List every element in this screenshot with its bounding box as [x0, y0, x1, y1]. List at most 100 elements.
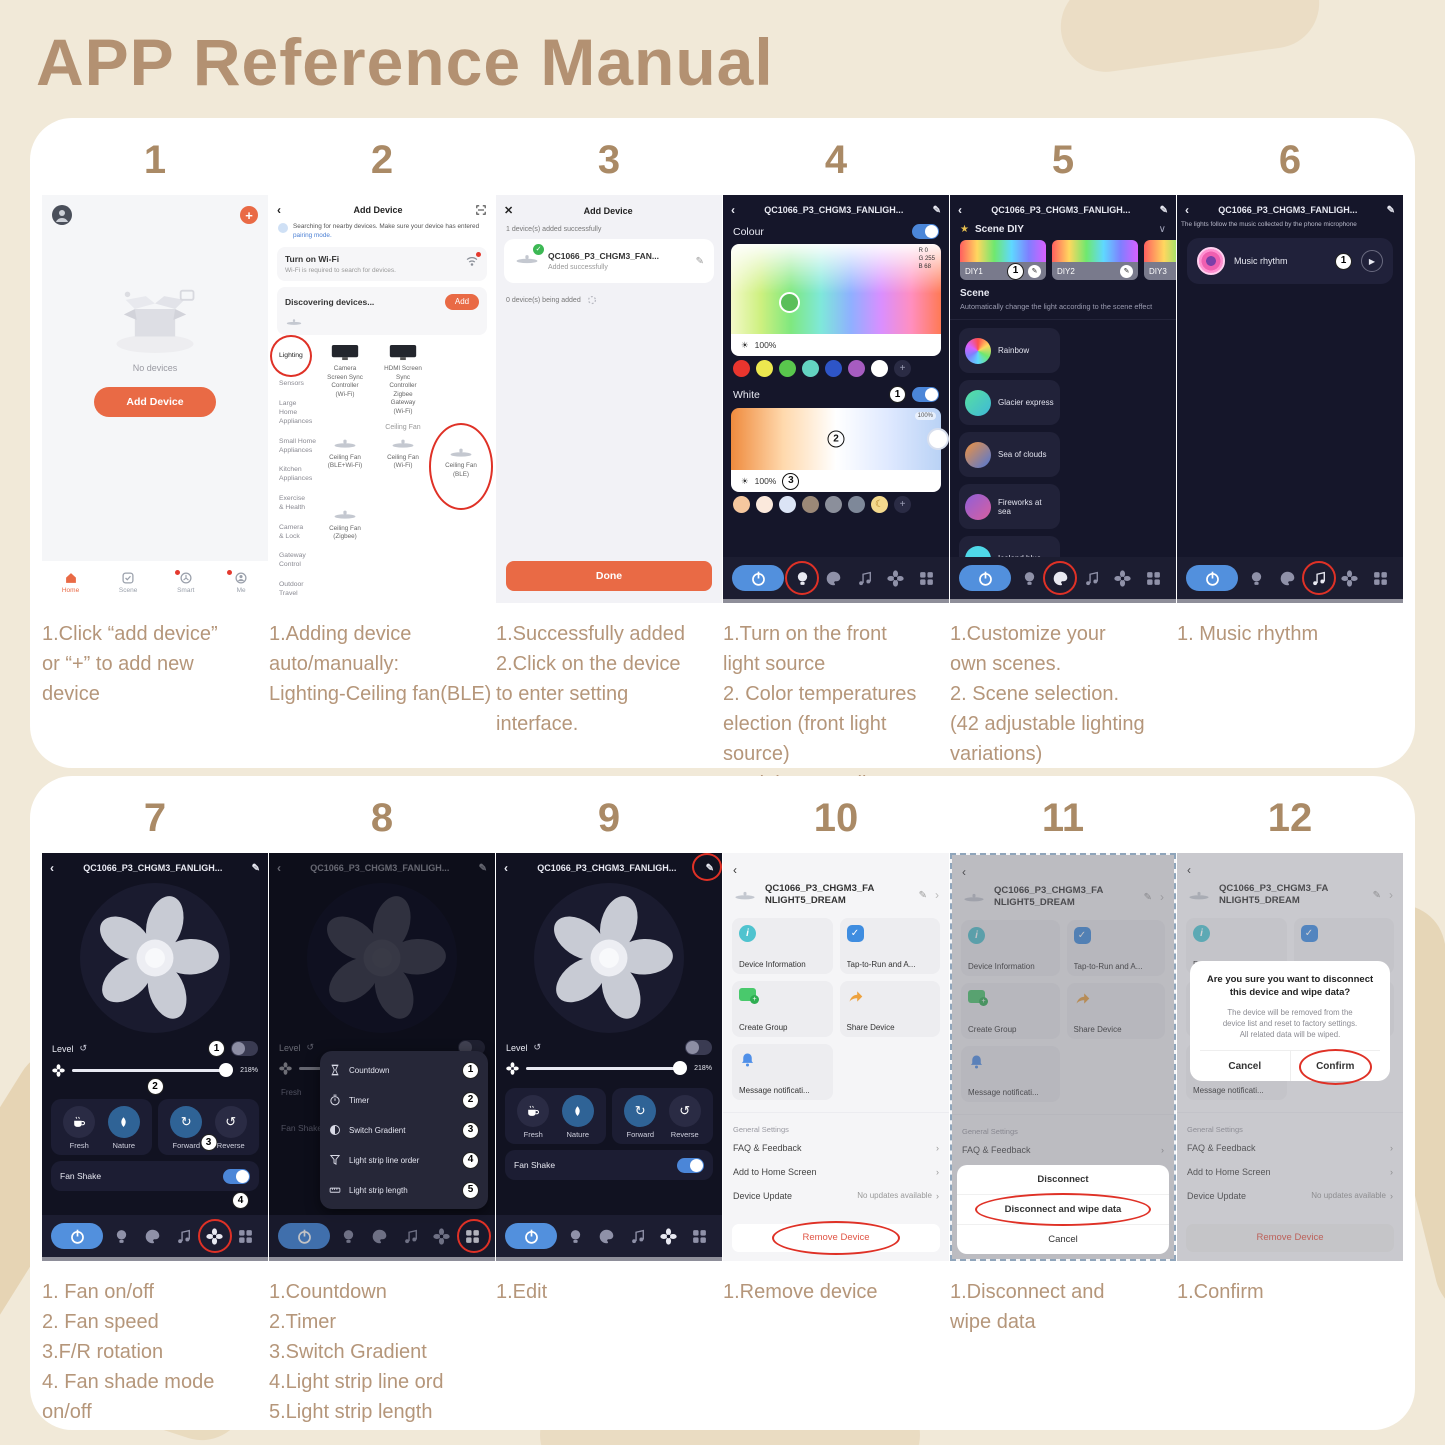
swatch[interactable] — [779, 496, 796, 513]
colour-selector[interactable] — [779, 292, 800, 313]
category-item[interactable]: Small Home Appliances — [279, 438, 317, 456]
tile-message-notification[interactable]: Message notificati... — [732, 1044, 833, 1100]
moon-swatch[interactable]: ☾ — [871, 496, 888, 513]
light-tab[interactable] — [562, 1223, 588, 1249]
forward-button[interactable]: ↻Forward — [170, 1106, 202, 1150]
menu-item-switch-gradient[interactable]: Switch Gradient3 — [320, 1115, 488, 1145]
scene-tab[interactable] — [593, 1223, 619, 1249]
scan-icon[interactable] — [475, 204, 487, 216]
fan-tab[interactable] — [202, 1223, 228, 1249]
category-item[interactable]: Camera & Lock — [279, 524, 317, 542]
loop-icon[interactable]: ↺ — [534, 1042, 542, 1053]
edit-pencil-icon[interactable]: ✎ — [1028, 265, 1041, 278]
more-tab[interactable] — [233, 1223, 259, 1249]
swatch[interactable] — [848, 496, 865, 513]
more-tab[interactable] — [1141, 565, 1167, 591]
category-item[interactable]: Sensors — [279, 380, 317, 389]
category-item[interactable]: Kitchen Appliances — [279, 466, 317, 484]
light-tab[interactable] — [335, 1223, 361, 1249]
slider-knob[interactable] — [219, 1063, 233, 1077]
swatch[interactable] — [848, 360, 865, 377]
row-device-update[interactable]: Device UpdateNo updates available› — [723, 1184, 949, 1208]
fan-speed-slider[interactable] — [526, 1061, 687, 1075]
slider-knob[interactable] — [673, 1061, 687, 1075]
fan-shake-toggle[interactable] — [677, 1158, 704, 1173]
row-faq-feedback[interactable]: FAQ & Feedback› — [723, 1136, 949, 1160]
fan-tab[interactable] — [883, 565, 909, 591]
scene-glacier-express[interactable]: Glacier express — [959, 380, 1060, 425]
fan-shake-toggle[interactable] — [223, 1169, 250, 1184]
tile-tap-to-run[interactable]: ✓Tap-to-Run and A... — [840, 918, 941, 974]
power-button[interactable] — [1186, 565, 1238, 591]
back-icon[interactable]: ‹ — [958, 204, 962, 216]
scene-tab[interactable] — [139, 1223, 165, 1249]
swatch[interactable] — [756, 360, 773, 377]
light-tab[interactable] — [108, 1223, 134, 1249]
scene-rainbow[interactable]: Rainbow — [959, 328, 1060, 373]
category-lighting[interactable]: Lighting — [279, 343, 303, 369]
swatch[interactable] — [779, 360, 796, 377]
fresh-mode-button[interactable]: Fresh — [517, 1095, 549, 1139]
fan-tab[interactable] — [429, 1223, 455, 1249]
cct-picker[interactable]: 100% 2 — [731, 408, 941, 470]
fan-tab[interactable] — [1110, 565, 1136, 591]
avatar[interactable] — [52, 205, 72, 225]
more-tab[interactable] — [914, 565, 940, 591]
menu-item-timer[interactable]: Timer2 — [320, 1085, 488, 1115]
tile-device-information[interactable]: iDevice Information — [732, 918, 833, 974]
device-type[interactable]: Ceiling Fan (BLE+Wi-Fi) — [317, 437, 373, 496]
scene-tab[interactable] — [1047, 565, 1073, 591]
back-icon[interactable]: ‹ — [277, 204, 281, 216]
category-item[interactable]: Large Home Appliances — [279, 400, 317, 426]
category-item[interactable]: Exercise & Health — [279, 495, 317, 513]
menu-item-light-strip-length[interactable]: Light strip length5 — [320, 1175, 488, 1205]
diy-card-1[interactable]: DIY1 1 ✎ — [960, 240, 1046, 280]
edit-pencil-icon[interactable]: ✎ — [919, 890, 927, 901]
chevron-down-icon[interactable]: ∨ — [1159, 224, 1166, 235]
add-button[interactable]: Add — [445, 294, 479, 310]
swatch[interactable] — [825, 360, 842, 377]
fan-tab[interactable] — [1337, 565, 1363, 591]
row-add-to-home-screen[interactable]: Add to Home Screen› — [723, 1160, 949, 1184]
done-button[interactable]: Done — [506, 561, 712, 591]
scene-tab[interactable] — [1274, 565, 1300, 591]
category-item[interactable]: Outdoor Travel — [279, 581, 317, 599]
swatch[interactable] — [871, 360, 888, 377]
pairing-mode-link[interactable]: pairing mode. — [293, 232, 332, 239]
device-type[interactable]: Camera Screen Sync Controller (Wi-Fi) — [317, 343, 373, 417]
loop-icon[interactable]: ↺ — [80, 1043, 88, 1054]
edit-pencil-icon[interactable]: ✎ — [933, 205, 941, 216]
diy-card-3[interactable]: DIY3 — [1144, 240, 1176, 280]
nav-me[interactable]: Me — [234, 571, 248, 594]
menu-item-light-strip-line-order[interactable]: Light strip line order4 — [320, 1145, 488, 1175]
music-tab[interactable] — [398, 1223, 424, 1249]
back-icon[interactable]: ‹ — [733, 863, 737, 877]
white-toggle[interactable] — [912, 387, 939, 402]
music-tab[interactable] — [1079, 565, 1105, 591]
play-button[interactable]: ▶ — [1361, 250, 1383, 272]
edit-pencil-icon[interactable]: ✎ — [706, 863, 714, 874]
device-type[interactable]: HDMI Screen Sync Controller Zigbee Gatew… — [375, 343, 431, 417]
tile-share-device[interactable]: Share Device — [840, 981, 941, 1037]
back-icon[interactable]: ‹ — [1185, 204, 1189, 216]
nav-scene[interactable]: Scene — [119, 571, 137, 594]
reverse-button[interactable]: ↺Reverse — [669, 1095, 701, 1139]
back-icon[interactable]: ‹ — [50, 862, 54, 874]
device-type[interactable]: Ceiling Fan (Wi-Fi) — [375, 437, 431, 496]
power-button[interactable] — [51, 1223, 103, 1249]
swatch[interactable] — [802, 360, 819, 377]
level-toggle[interactable] — [685, 1040, 712, 1055]
nature-mode-button[interactable]: Nature — [562, 1095, 594, 1139]
dialog-confirm-button[interactable]: Confirm — [1291, 1051, 1381, 1081]
chevron-right-icon[interactable]: › — [935, 889, 939, 901]
back-icon[interactable]: ‹ — [731, 204, 735, 216]
light-tab[interactable] — [1243, 565, 1269, 591]
nav-home[interactable]: Home — [62, 571, 79, 594]
device-name[interactable]: QC1066_P3_CHGM3_FAN... — [548, 251, 688, 261]
power-button[interactable] — [505, 1223, 557, 1249]
category-item[interactable]: Gateway Control — [279, 552, 317, 570]
disconnect-option[interactable]: Disconnect — [957, 1165, 1169, 1194]
level-toggle[interactable] — [231, 1041, 258, 1056]
edit-pencil-icon[interactable]: ✎ — [1387, 205, 1395, 216]
swatch[interactable] — [756, 496, 773, 513]
